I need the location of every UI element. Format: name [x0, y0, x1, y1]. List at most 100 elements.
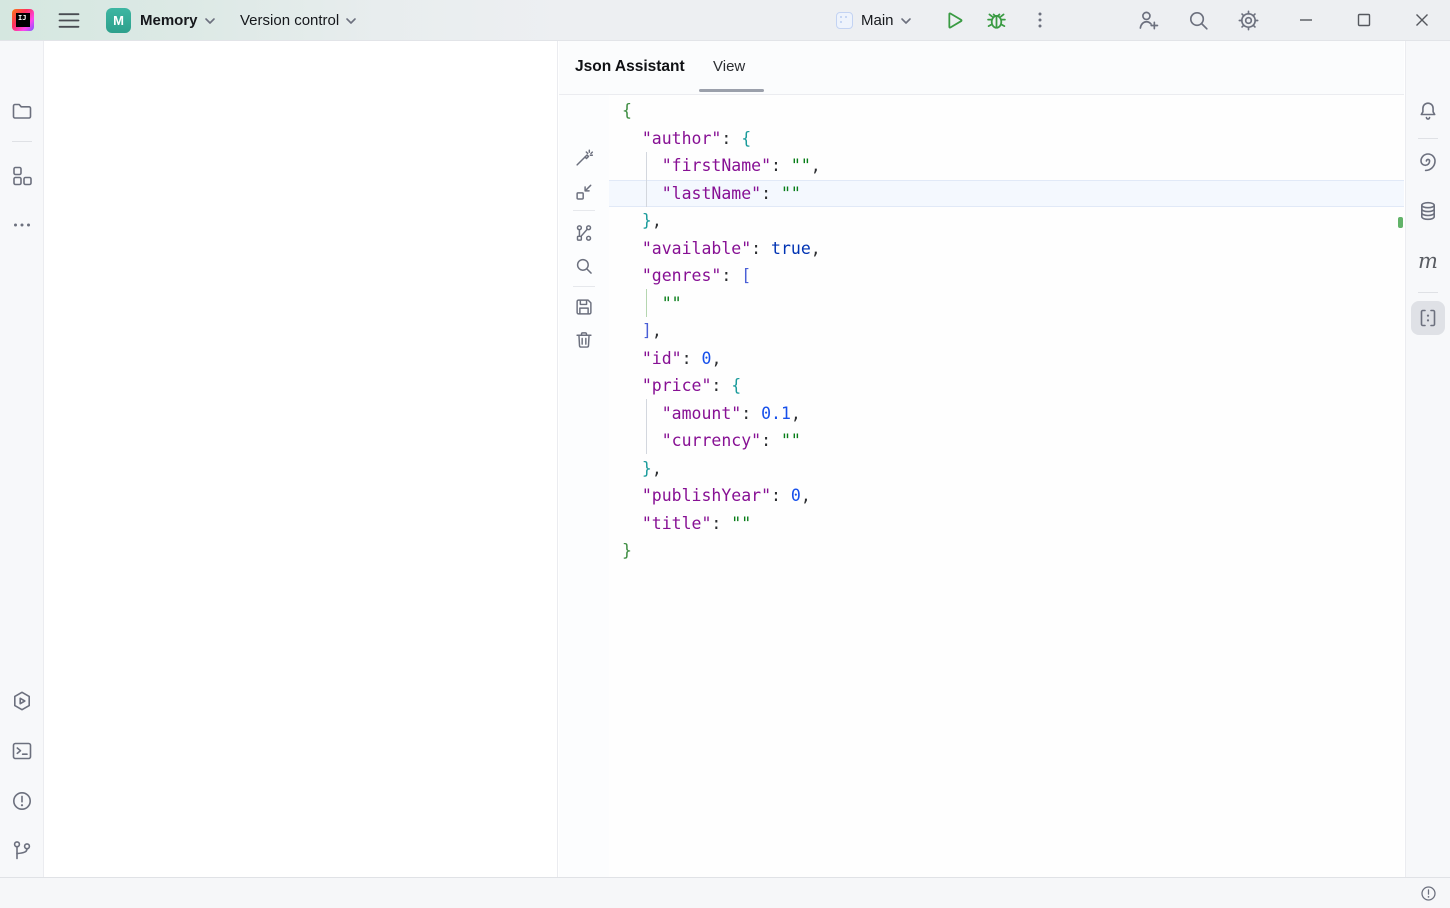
- jsonpath-graph-icon: [576, 225, 592, 241]
- more-actions-button[interactable]: [1031, 9, 1049, 31]
- close-icon: [1416, 14, 1428, 26]
- code-token: "": [780, 431, 801, 450]
- code-token: "currency": [661, 431, 762, 450]
- code-token: }: [622, 541, 632, 560]
- run-button[interactable]: [941, 8, 966, 33]
- left-tool-stripe: [0, 41, 44, 877]
- code-line[interactable]: "id": 0,: [609, 345, 1404, 373]
- code-line[interactable]: "currency": "": [609, 427, 1404, 455]
- git-tool-button[interactable]: [5, 834, 39, 868]
- project-badge[interactable]: M: [106, 8, 131, 33]
- jsonpath-button[interactable]: [569, 218, 599, 248]
- code-line[interactable]: "amount": 0.1,: [609, 400, 1404, 428]
- kebab-menu-icon: [1038, 12, 1042, 28]
- save-json-button[interactable]: [569, 292, 599, 322]
- code-line[interactable]: "genres": [: [609, 262, 1404, 290]
- code-token: :: [771, 156, 791, 175]
- status-notifications-button[interactable]: [1419, 878, 1438, 908]
- code-line[interactable]: "author": {: [609, 125, 1404, 153]
- code-token: "available": [641, 238, 752, 258]
- code-with-me-button[interactable]: [1136, 8, 1161, 33]
- project-name: Memory: [140, 12, 198, 29]
- window-minimize-button[interactable]: [1283, 0, 1329, 40]
- maven-button[interactable]: m: [1411, 244, 1445, 278]
- run-configuration-widget[interactable]: Main: [836, 0, 912, 41]
- debug-button[interactable]: [984, 8, 1009, 33]
- run-icon: [948, 12, 963, 29]
- code-token: :: [711, 376, 732, 395]
- minimize-icon: [1300, 19, 1312, 21]
- services-tool-button[interactable]: [5, 684, 39, 718]
- stripe-divider: [1418, 138, 1438, 139]
- vcs-widget-label: Version control: [240, 12, 340, 29]
- code-token: "publishYear": [641, 486, 772, 505]
- collapse-json-button[interactable]: [569, 177, 599, 207]
- window-close-button[interactable]: [1399, 0, 1445, 40]
- code-token: "firstName": [661, 156, 772, 175]
- code-line[interactable]: {: [609, 97, 1404, 125]
- more-tool-windows-button[interactable]: [5, 208, 39, 242]
- code-token: ,: [651, 321, 662, 340]
- debug-bug-icon: [987, 13, 1006, 29]
- search-icon: [576, 258, 592, 274]
- code-token: "title": [641, 513, 712, 533]
- json-editor[interactable]: { "author": { "firstName": "", "lastName…: [609, 95, 1404, 877]
- code-line[interactable]: "lastName": "": [609, 179, 1404, 207]
- maven-m-label: m: [1418, 248, 1438, 273]
- code-line[interactable]: "": [609, 290, 1404, 318]
- code-line[interactable]: "price": {: [609, 372, 1404, 400]
- ai-assistant-button[interactable]: [1411, 144, 1445, 178]
- code-token: ]: [641, 321, 652, 340]
- code-token: :: [721, 128, 742, 148]
- code-token: "genres": [641, 266, 722, 285]
- code-token: "": [780, 183, 801, 203]
- code-line[interactable]: }: [609, 537, 1404, 565]
- maximize-icon: [1357, 13, 1371, 27]
- code-token: :: [751, 238, 772, 258]
- chevron-down-icon: [900, 17, 911, 24]
- code-token: }: [641, 458, 652, 478]
- code-token: :: [771, 486, 791, 505]
- trash-icon: [576, 332, 592, 348]
- code-token: ,: [790, 403, 801, 423]
- git-branch-icon: [13, 841, 30, 860]
- run-config-file-icon: [836, 12, 853, 29]
- ellipsis-icon: [13, 223, 30, 227]
- structure-tool-button[interactable]: [5, 159, 39, 193]
- code-line[interactable]: ],: [609, 317, 1404, 345]
- code-line[interactable]: "available": true,: [609, 235, 1404, 263]
- code-line[interactable]: },: [609, 455, 1404, 483]
- project-widget[interactable]: Memory: [140, 0, 216, 41]
- code-token: {: [741, 128, 752, 148]
- code-line[interactable]: },: [609, 207, 1404, 235]
- hamburger-icon: [58, 13, 80, 28]
- code-line[interactable]: "firstName": "",: [609, 152, 1404, 180]
- database-button[interactable]: [1411, 194, 1445, 228]
- project-tool-button[interactable]: [5, 94, 39, 128]
- beautify-json-button[interactable]: [569, 143, 599, 173]
- indent-guide: [646, 399, 647, 454]
- code-token: "": [731, 513, 752, 533]
- stripe-divider: [11, 141, 32, 142]
- main-menu-button[interactable]: [58, 12, 80, 29]
- code-token: :: [761, 183, 781, 203]
- terminal-tool-button[interactable]: [5, 734, 39, 768]
- panel-title: Json Assistant: [575, 58, 685, 75]
- tab-view[interactable]: View: [713, 58, 745, 75]
- code-line[interactable]: "publishYear": 0,: [609, 482, 1404, 510]
- code-token: {: [622, 101, 632, 120]
- code-line[interactable]: "title": "": [609, 510, 1404, 538]
- search-json-button[interactable]: [569, 251, 599, 281]
- clear-json-button[interactable]: [569, 325, 599, 355]
- code-token: :: [681, 348, 702, 368]
- json-assistant-tool-button[interactable]: [1411, 301, 1445, 335]
- ai-assistant-swirl-icon: [1420, 153, 1436, 172]
- code-token: :: [761, 431, 781, 450]
- notifications-button[interactable]: [1411, 94, 1445, 128]
- terminal-icon: [12, 742, 31, 760]
- vcs-widget[interactable]: Version control: [240, 0, 357, 41]
- code-token: {: [731, 376, 742, 395]
- search-everywhere-button[interactable]: [1186, 8, 1211, 33]
- problems-tool-button[interactable]: [5, 784, 39, 818]
- window-maximize-button[interactable]: [1341, 0, 1387, 40]
